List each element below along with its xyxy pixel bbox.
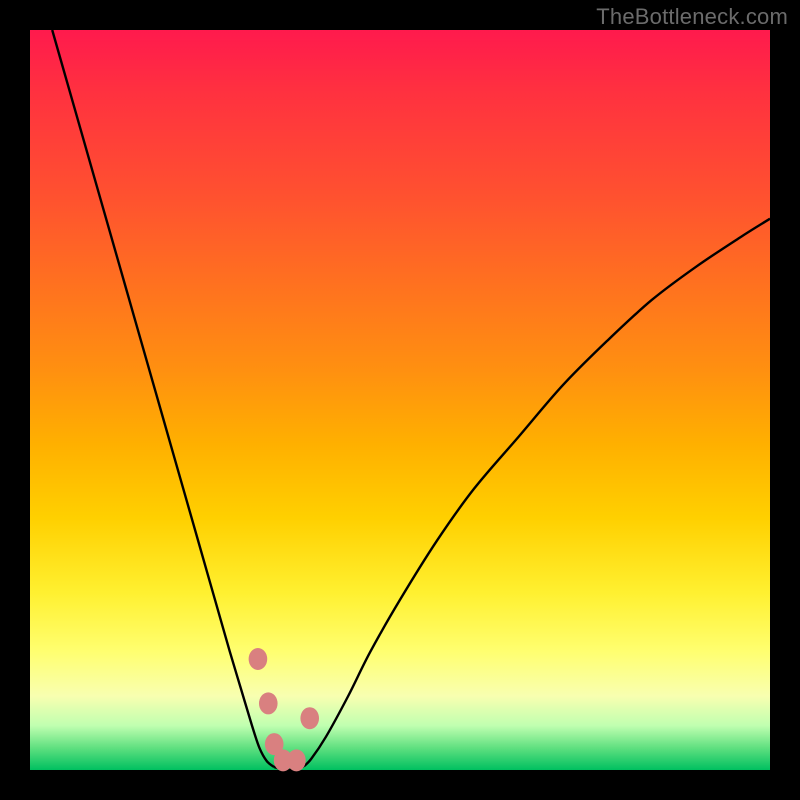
- curve-svg: [30, 30, 770, 770]
- left-marker-top: [249, 648, 268, 670]
- curve-right-branch: [304, 219, 770, 767]
- valley-marker-3: [287, 749, 306, 771]
- curve-left-branch: [52, 30, 274, 767]
- left-marker-low: [259, 692, 278, 714]
- marker-group: [249, 648, 319, 771]
- chart-frame: TheBottleneck.com: [0, 0, 800, 800]
- plot-area: [30, 30, 770, 770]
- watermark-text: TheBottleneck.com: [596, 4, 788, 30]
- right-marker: [300, 707, 319, 729]
